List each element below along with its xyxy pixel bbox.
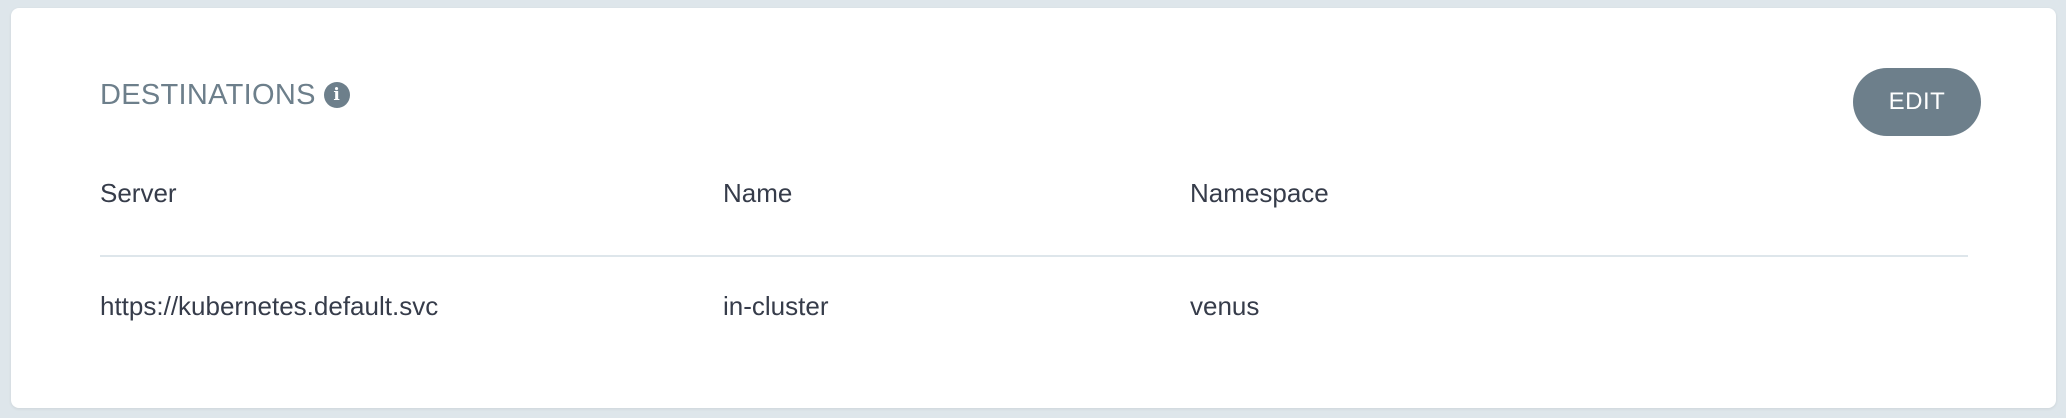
edit-button[interactable]: EDIT xyxy=(1853,68,1981,136)
section-title: DESTINATIONS i xyxy=(100,75,350,115)
table-header-row: Server Name Namespace xyxy=(100,178,1968,234)
column-header-server: Server xyxy=(100,178,177,208)
section-title-text: DESTINATIONS xyxy=(100,78,316,111)
destinations-table: Server Name Namespace https://kubernetes… xyxy=(100,178,1968,321)
table-row: https://kubernetes.default.svc in-cluste… xyxy=(100,291,1968,347)
destinations-card: DESTINATIONS i EDIT Server Name Namespac… xyxy=(11,8,2056,408)
column-header-name: Name xyxy=(723,178,793,208)
info-icon[interactable]: i xyxy=(323,82,350,108)
cell-server: https://kubernetes.default.svc xyxy=(100,291,439,321)
column-header-namespace: Namespace xyxy=(1190,178,1329,208)
table-divider xyxy=(100,255,1968,257)
cell-namespace: venus xyxy=(1190,291,1260,321)
cell-name: in-cluster xyxy=(723,291,829,321)
